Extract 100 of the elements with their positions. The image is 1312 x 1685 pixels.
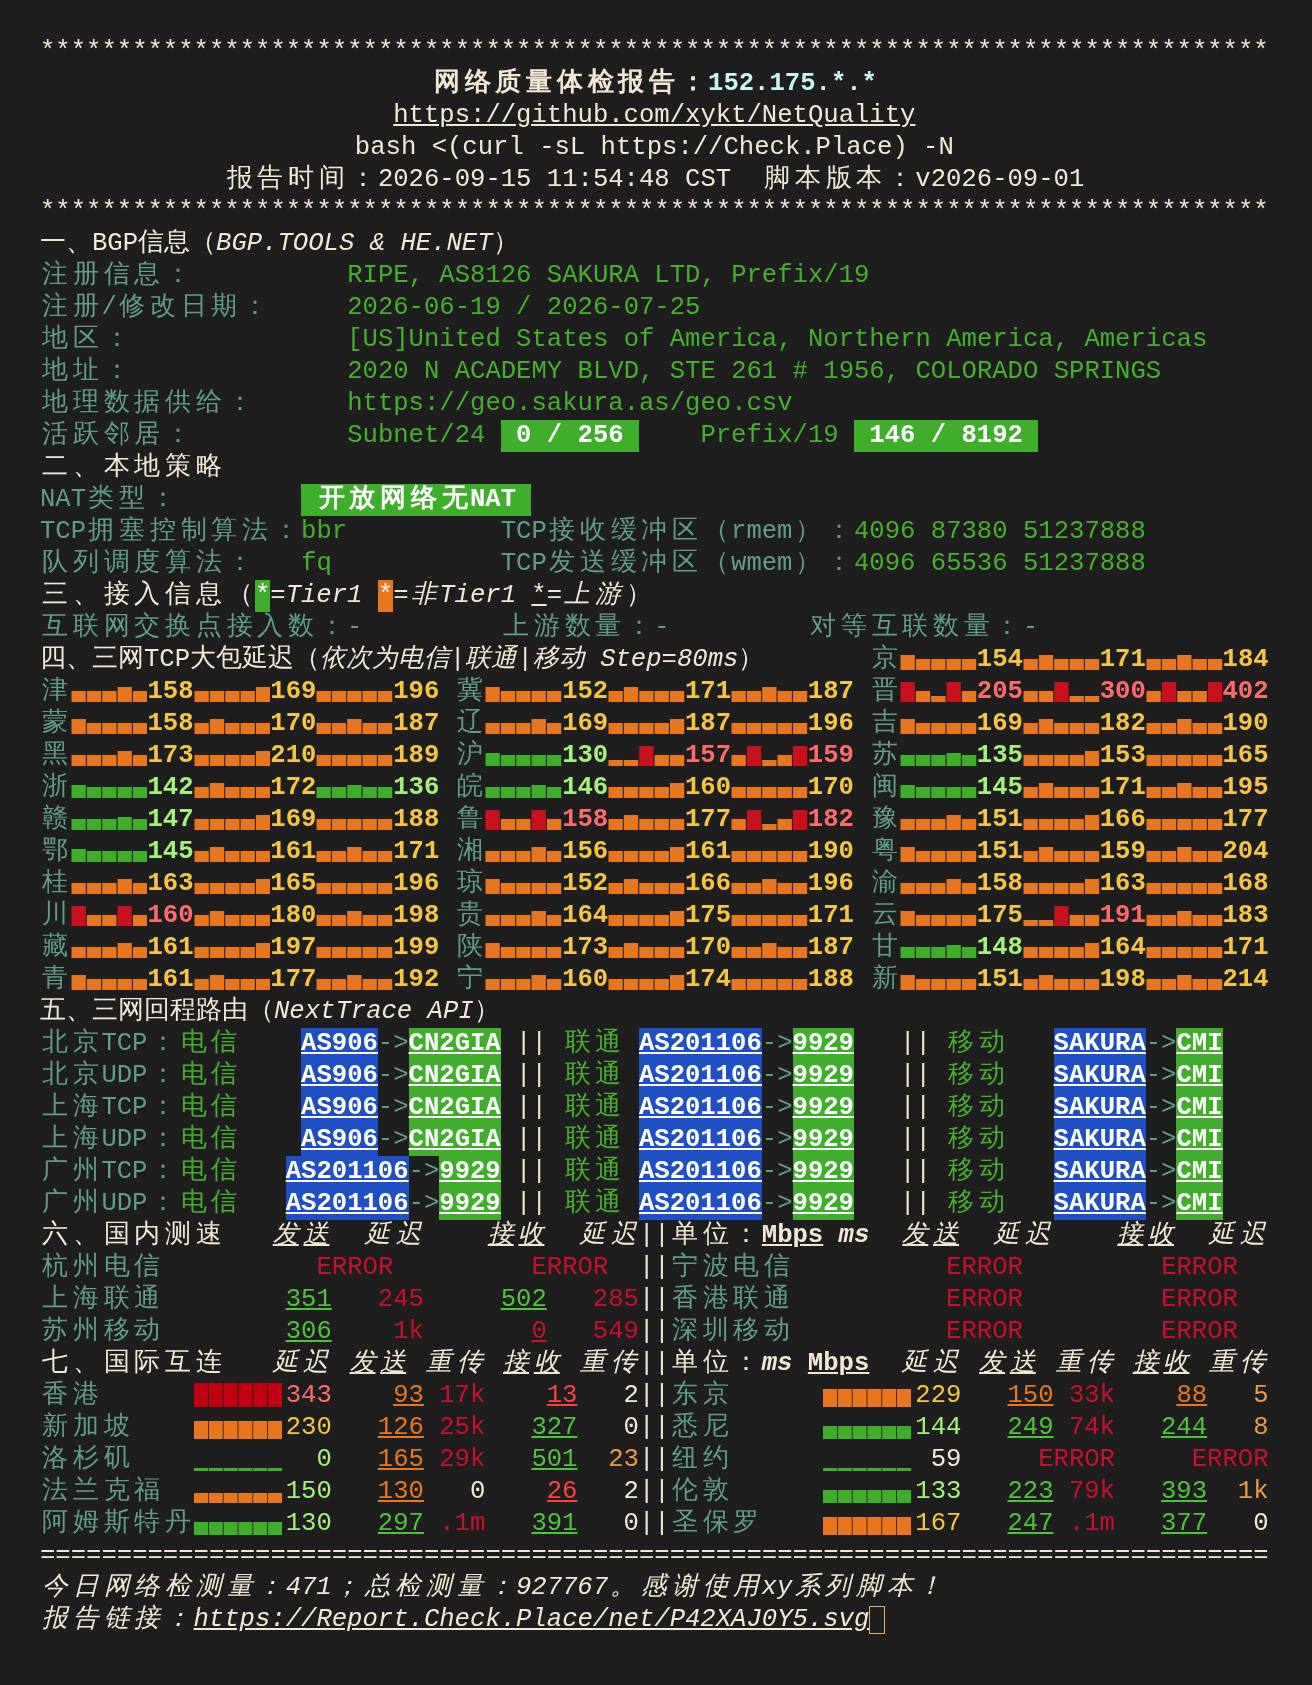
result-value: 0	[531, 1316, 547, 1348]
latency-value: 170	[685, 932, 732, 964]
latency-value: 152	[562, 868, 609, 900]
network-tag: CMI	[1176, 1092, 1223, 1124]
field-label: NAT类型：	[40, 484, 177, 516]
version-label: 脚本版本：	[763, 164, 914, 196]
latency-value: 161	[270, 836, 317, 868]
column-separator: ||	[638, 1444, 670, 1476]
route-arrow: ->	[761, 1092, 793, 1124]
column-separator: ||	[638, 1220, 670, 1252]
latency-value: 161	[147, 932, 194, 964]
route-label: 广州TCP：	[41, 1156, 177, 1188]
network-tag: 9929	[792, 1028, 854, 1060]
result-value: 33k	[1068, 1380, 1115, 1412]
result-value: 0	[623, 1412, 639, 1444]
latency-value: 190	[1222, 708, 1269, 740]
section-heading: 一、BGP信息（BGP.TOOLS & HE.NET）	[40, 228, 519, 260]
latency-value: 171	[393, 836, 440, 868]
field-label: 互联网交换点接入数：	[41, 612, 346, 644]
network-tag: 9929	[439, 1188, 501, 1220]
result-value: 0	[1253, 1508, 1269, 1540]
network-tag: CN2GIA	[408, 1060, 501, 1092]
column-separator: ||	[516, 1188, 547, 1220]
latency-value: 300	[1099, 676, 1146, 708]
latency-value: 177	[1222, 804, 1269, 836]
network-tag: CN2GIA	[408, 1028, 501, 1060]
network-tag: 9929	[792, 1092, 854, 1124]
latency-value: 161	[685, 836, 732, 868]
command-text: bash <(curl -sL https://Check.Place) -N	[354, 132, 954, 164]
carrier-label: 移动	[947, 1188, 1007, 1220]
latency-value: 161	[147, 964, 194, 996]
result-value: 501	[531, 1444, 578, 1476]
result-value: 391	[531, 1508, 578, 1540]
result-value: 8	[1253, 1412, 1269, 1444]
result-value: 1k	[1237, 1476, 1269, 1508]
result-value: 88	[1176, 1380, 1208, 1412]
column-header: 接收	[486, 1220, 547, 1252]
province-label: 藏	[41, 932, 70, 964]
province-label: 渝	[870, 868, 899, 900]
column-header: 接收	[502, 1348, 563, 1380]
province-label: 吉	[870, 708, 899, 740]
latency-value: 177	[270, 964, 317, 996]
latency-value: 171	[1099, 772, 1146, 804]
field-label: TCP发送缓冲区（wmem）：	[500, 548, 853, 580]
latency-value: 195	[1222, 772, 1269, 804]
route-label: 北京TCP：	[41, 1028, 177, 1060]
latency-value: 148	[976, 932, 1023, 964]
column-separator: ||	[638, 1252, 670, 1284]
latency-value: 180	[270, 900, 317, 932]
legend-label: =非Tier1	[393, 580, 516, 612]
latency-value: 197	[270, 932, 317, 964]
as-tag: AS201106	[638, 1188, 762, 1220]
count-badge: 146 / 8192	[854, 420, 1039, 452]
repo-link[interactable]: https://github.com/xykt/NetQuality	[393, 100, 916, 132]
latency-value: 160	[685, 772, 732, 804]
latency-value: 175	[685, 900, 732, 932]
route-arrow: ->	[761, 1124, 793, 1156]
latency-value: 210	[270, 740, 317, 772]
latency-value: 151	[976, 804, 1023, 836]
column-header: 延迟	[900, 1348, 960, 1380]
route-arrow: ->	[1145, 1060, 1177, 1092]
latency-value: 158	[147, 708, 194, 740]
route-arrow: ->	[1145, 1028, 1177, 1060]
latency-value: 214	[1222, 964, 1269, 996]
as-tag: AS201106	[638, 1124, 762, 1156]
network-tag: 9929	[792, 1188, 854, 1220]
field-value: RIPE, AS8126 SAKURA LTD, Prefix/19	[347, 260, 870, 292]
latency-value: 164	[1099, 932, 1146, 964]
result-value: 1k	[393, 1316, 424, 1348]
column-separator: ||	[638, 1380, 670, 1412]
latency-value: 168	[1222, 868, 1269, 900]
city-label: 法兰克福	[41, 1476, 162, 1508]
test-node-label: 深圳移动	[671, 1316, 792, 1348]
test-node-label: 苏州移动	[41, 1316, 162, 1348]
result-value: 502	[500, 1284, 547, 1316]
latency-value: 402	[1222, 676, 1269, 708]
field-label: 活跃邻居：	[41, 420, 193, 452]
column-header: 延迟	[992, 1220, 1053, 1252]
column-header: 发送	[978, 1348, 1037, 1380]
result-value: 150	[285, 1476, 332, 1508]
count-badge: 0 / 256	[500, 420, 639, 452]
error-text: ERROR	[316, 1252, 394, 1284]
column-header: 发送	[348, 1348, 408, 1380]
province-label: 京	[870, 644, 899, 676]
route-arrow: ->	[1145, 1092, 1177, 1124]
latency-value: 196	[807, 708, 854, 740]
nat-badge: 开放网络无NAT	[301, 484, 532, 516]
latency-value: 172	[270, 772, 317, 804]
carrier-label: 联通	[563, 1124, 623, 1156]
city-label: 香港	[41, 1380, 101, 1412]
divider-rule: ********************************************************************************	[40, 36, 1269, 68]
result-value: 230	[285, 1412, 332, 1444]
network-tag: CMI	[1176, 1060, 1223, 1092]
province-label: 浙	[41, 772, 70, 804]
report-link[interactable]: https://Report.Check.Place/net/P42XAJ0Y5.svg	[193, 1604, 870, 1636]
latency-value: 165	[1222, 740, 1269, 772]
latency-value: 205	[976, 676, 1023, 708]
latency-value: 142	[147, 772, 194, 804]
latency-value: 156	[562, 836, 609, 868]
tier-marker: *	[254, 580, 271, 612]
